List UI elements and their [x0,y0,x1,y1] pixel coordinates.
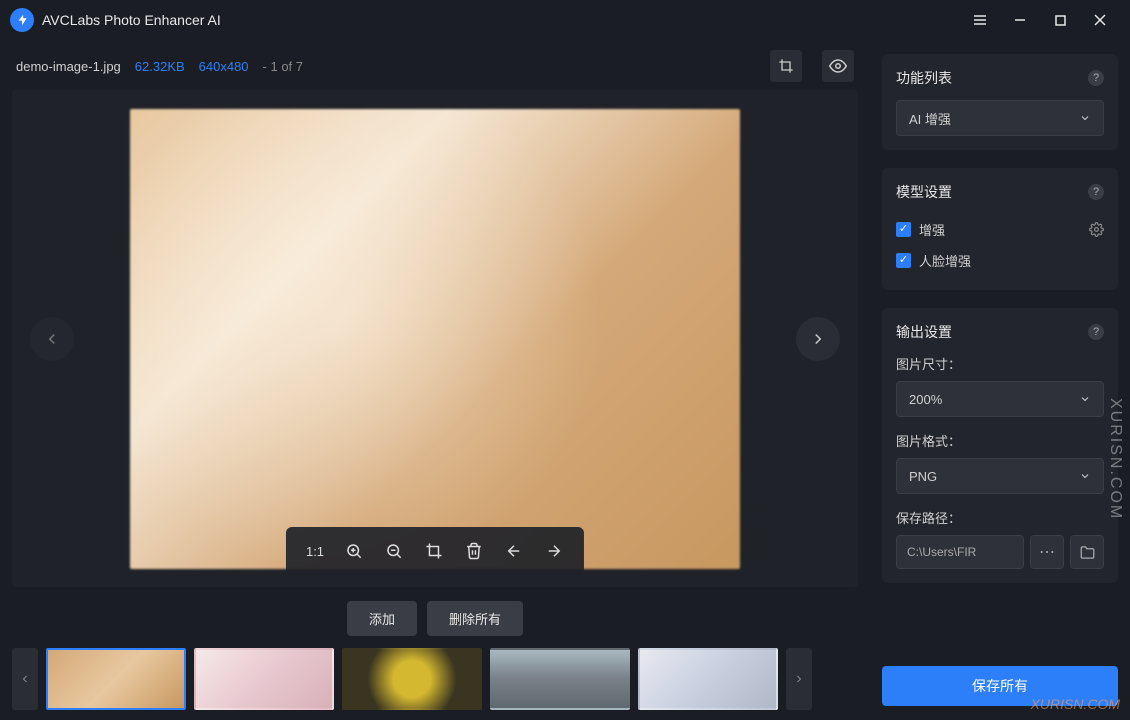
image-format-label: 图片格式： [896,431,1104,450]
more-path-button[interactable]: ⋯ [1030,535,1064,569]
thumbnail-1[interactable] [46,648,186,710]
image-size-value: 200% [909,392,942,407]
model-settings-panel: 模型设置 ? 增强 人脸增强 [882,168,1118,290]
face-enhance-checkbox[interactable] [896,253,911,268]
file-index: - 1 of 7 [263,59,303,74]
maximize-button[interactable] [1040,5,1080,35]
thumbnail-2[interactable] [194,648,334,710]
feature-list-title: 功能列表 [896,68,952,88]
delete-all-button[interactable]: 删除所有 [427,601,523,636]
thumbnail-5[interactable] [638,648,778,710]
add-button[interactable]: 添加 [347,601,417,636]
ratio-button[interactable]: 1:1 [300,544,330,559]
file-size: 62.32KB [135,59,185,74]
chevron-down-icon [1079,470,1091,482]
image-format-value: PNG [909,469,937,484]
crop-tool-button[interactable] [418,535,450,567]
preview-area: 1:1 [12,90,858,587]
output-settings-panel: 输出设置 ? 图片尺寸： 200% 图片格式： PNG 保存路径： C:\Use… [882,308,1118,583]
image-size-label: 图片尺寸： [896,354,1104,373]
chevron-down-icon [1079,112,1091,124]
redo-button[interactable] [538,535,570,567]
menu-button[interactable] [960,5,1000,35]
thumbnail-3[interactable] [342,648,482,710]
feature-select-value: AI 增强 [909,109,951,128]
output-settings-title: 输出设置 [896,322,952,342]
undo-button[interactable] [498,535,530,567]
enhance-checkbox[interactable] [896,222,911,237]
zoom-out-button[interactable] [378,535,410,567]
settings-icon[interactable] [1089,222,1104,237]
face-enhance-label: 人脸增强 [919,251,971,270]
actions-row: 添加 删除所有 [12,601,858,636]
help-icon[interactable]: ? [1088,184,1104,200]
close-button[interactable] [1080,5,1120,35]
file-dimensions: 640x480 [199,59,249,74]
model-settings-title: 模型设置 [896,182,952,202]
minimize-button[interactable] [1000,5,1040,35]
browse-folder-button[interactable] [1070,535,1104,569]
next-image-button[interactable] [796,317,840,361]
feature-list-panel: 功能列表 ? AI 增强 [882,54,1118,150]
help-icon[interactable]: ? [1088,324,1104,340]
prev-image-button[interactable] [30,317,74,361]
thumb-prev-button[interactable] [12,648,38,710]
save-path-input[interactable]: C:\Users\FIR [896,535,1024,569]
app-logo [10,8,34,32]
main-preview-image [130,109,740,569]
help-icon[interactable]: ? [1088,70,1104,86]
file-name: demo-image-1.jpg [16,59,121,74]
save-path-value: C:\Users\FIR [907,545,976,559]
delete-button[interactable] [458,535,490,567]
chevron-down-icon [1079,393,1091,405]
save-path-label: 保存路径： [896,508,1104,527]
image-size-select[interactable]: 200% [896,381,1104,417]
thumb-next-button[interactable] [786,648,812,710]
app-title: AVCLabs Photo Enhancer AI [42,12,221,28]
file-info-bar: demo-image-1.jpg 62.32KB 640x480 - 1 of … [12,50,858,82]
enhance-label: 增强 [919,220,945,239]
image-format-select[interactable]: PNG [896,458,1104,494]
preview-button[interactable] [822,50,854,82]
thumbnail-4[interactable] [490,648,630,710]
zoom-in-button[interactable] [338,535,370,567]
thumbnail-strip [12,648,858,710]
crop-button[interactable] [770,50,802,82]
floating-toolbar: 1:1 [286,527,584,575]
save-all-button[interactable]: 保存所有 [882,666,1118,706]
titlebar: AVCLabs Photo Enhancer AI [0,0,1130,40]
feature-select[interactable]: AI 增强 [896,100,1104,136]
